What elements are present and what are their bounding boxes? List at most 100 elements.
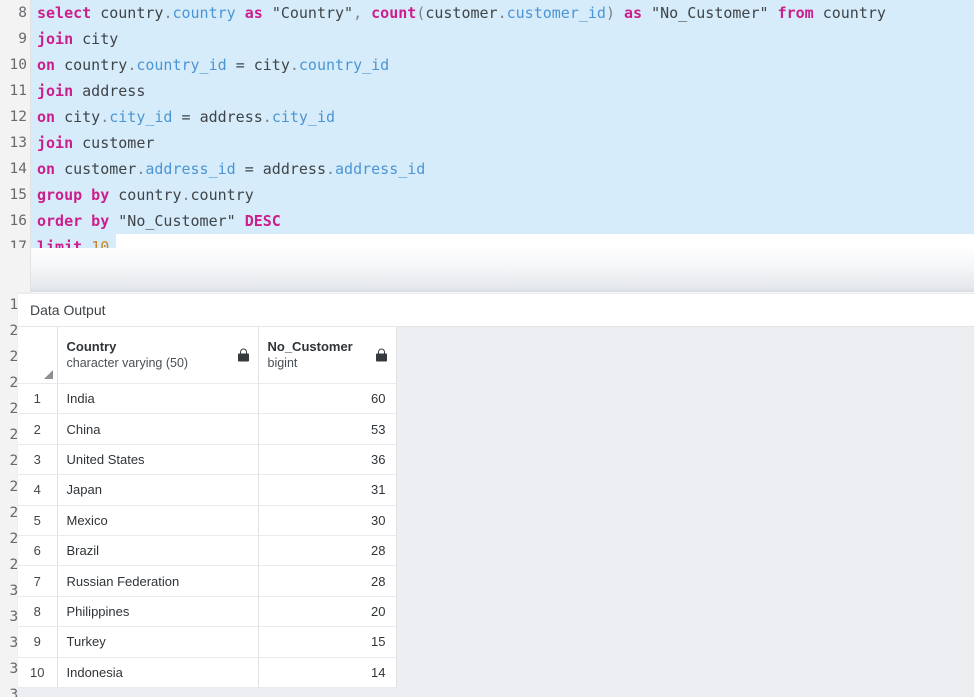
code-token: address: [199, 108, 263, 126]
cell-country[interactable]: Mexico: [57, 505, 259, 536]
row-number-cell[interactable]: 2: [18, 413, 58, 445]
sql-editor[interactable]: 89101112131415161718 select country.coun…: [0, 0, 974, 248]
code-token: country: [64, 56, 128, 74]
cell-country[interactable]: Turkey: [57, 626, 259, 658]
splitter-gutter-strip: [0, 248, 31, 292]
row-number-cell[interactable]: 4: [18, 474, 58, 506]
cell-no-customer[interactable]: 53: [258, 413, 397, 445]
cell-no-customer[interactable]: 60: [258, 383, 397, 415]
row-number-cell[interactable]: 8: [18, 596, 58, 628]
code-line[interactable]: join customer: [31, 130, 974, 156]
cell-country[interactable]: Indonesia: [57, 657, 259, 688]
row-number-cell[interactable]: 9: [18, 626, 58, 658]
code-line[interactable]: group by country.country: [31, 182, 974, 208]
code-token: 10: [91, 238, 110, 248]
lock-icon: [375, 348, 387, 362]
code-line[interactable]: on customer.address_id = address.address…: [31, 156, 974, 182]
code-token: customer: [82, 134, 155, 152]
code-token: country: [118, 186, 182, 204]
code-token: as: [624, 4, 643, 22]
code-token: "No_Customer": [651, 4, 769, 22]
line-number: 13: [9, 135, 27, 151]
row-number-cell[interactable]: 10: [18, 657, 58, 688]
code-token: .: [181, 186, 191, 204]
code-line[interactable]: on city.city_id = address.city_id: [31, 104, 974, 130]
corner-triangle-icon: [43, 370, 53, 379]
code-token: city_id: [109, 108, 173, 126]
code-token: city: [253, 56, 290, 74]
code-token: country: [822, 4, 886, 22]
cell-no-customer[interactable]: 20: [258, 596, 397, 628]
cell-country[interactable]: Japan: [57, 474, 259, 506]
code-line[interactable]: join city: [31, 26, 974, 52]
code-token: as: [244, 4, 263, 22]
cell-no-customer[interactable]: 28: [258, 565, 397, 597]
result-grid-container[interactable]: Country character varying (50) No_Custom…: [18, 327, 974, 697]
code-line[interactable]: limit 10: [31, 234, 974, 248]
table-row[interactable]: 5 Mexico 30: [18, 505, 397, 536]
cell-country[interactable]: Russian Federation: [57, 565, 259, 597]
table-row[interactable]: 6 Brazil 28: [18, 535, 397, 567]
code-token: .: [326, 160, 336, 178]
cell-country[interactable]: China: [57, 413, 259, 445]
cell-no-customer[interactable]: 31: [258, 474, 397, 506]
code-line[interactable]: on country.country_id = city.country_id: [31, 52, 974, 78]
table-row[interactable]: 7 Russian Federation 28: [18, 565, 397, 597]
sql-code-area[interactable]: select country.country as "Country", cou…: [31, 0, 974, 248]
table-row[interactable]: 3 United States 36: [18, 444, 397, 476]
table-row[interactable]: 4 Japan 31: [18, 474, 397, 506]
table-row[interactable]: 8 Philippines 20: [18, 596, 397, 628]
cell-no-customer[interactable]: 15: [258, 626, 397, 658]
table-row[interactable]: 1 India 60: [18, 383, 397, 415]
row-number-cell[interactable]: 6: [18, 535, 58, 567]
cell-country[interactable]: Brazil: [57, 535, 259, 567]
code-token: (: [416, 4, 426, 22]
data-output-panel: Data Output Country character varying (5…: [18, 293, 974, 697]
code-token: group by: [37, 186, 110, 204]
result-grid-body: 1 India 60 2 China 53 3 United States 36 4 Japan 31…: [18, 383, 397, 688]
row-number-cell[interactable]: 7: [18, 565, 58, 597]
code-token: join: [37, 30, 74, 48]
code-line[interactable]: order by "No_Customer" DESC: [31, 208, 974, 234]
cell-no-customer[interactable]: 36: [258, 444, 397, 476]
cell-country[interactable]: United States: [57, 444, 259, 476]
code-token: on: [37, 56, 56, 74]
cell-no-customer[interactable]: 28: [258, 535, 397, 567]
cell-no-customer[interactable]: 30: [258, 505, 397, 536]
table-row[interactable]: 9 Turkey 15: [18, 626, 397, 658]
column-header-country[interactable]: Country character varying (50): [57, 327, 259, 384]
code-token: =: [235, 56, 245, 74]
select-all-corner-cell[interactable]: [18, 327, 58, 384]
row-number-cell[interactable]: 1: [18, 383, 58, 415]
code-line[interactable]: join address: [31, 78, 974, 104]
row-number-cell[interactable]: 3: [18, 444, 58, 476]
cell-country[interactable]: India: [57, 383, 259, 415]
line-number: 8: [18, 5, 27, 21]
code-token: address: [262, 160, 326, 178]
panel-splitter[interactable]: [0, 248, 974, 292]
result-grid: Country character varying (50) No_Custom…: [18, 327, 397, 688]
cell-no-customer[interactable]: 14: [258, 657, 397, 688]
tab-data-output[interactable]: Data Output: [18, 302, 106, 318]
result-grid-header: Country character varying (50) No_Custom…: [18, 327, 397, 384]
code-token: count: [371, 4, 417, 22]
code-line[interactable]: select country. country as "Country", cou…: [31, 0, 974, 26]
cell-country[interactable]: Philippines: [57, 596, 259, 628]
code-token: DESC: [244, 212, 281, 230]
row-number-cell[interactable]: 5: [18, 505, 58, 536]
code-token: on: [37, 108, 56, 126]
code-token: =: [244, 160, 254, 178]
column-header-no-customer[interactable]: No_Customer bigint: [258, 327, 397, 384]
code-token: customer: [64, 160, 137, 178]
code-token: city_id: [271, 108, 336, 126]
code-token: on: [37, 160, 56, 178]
table-row[interactable]: 10 Indonesia 14: [18, 657, 397, 688]
table-row[interactable]: 2 China 53: [18, 413, 397, 445]
header-row: Country character varying (50) No_Custom…: [18, 327, 397, 384]
